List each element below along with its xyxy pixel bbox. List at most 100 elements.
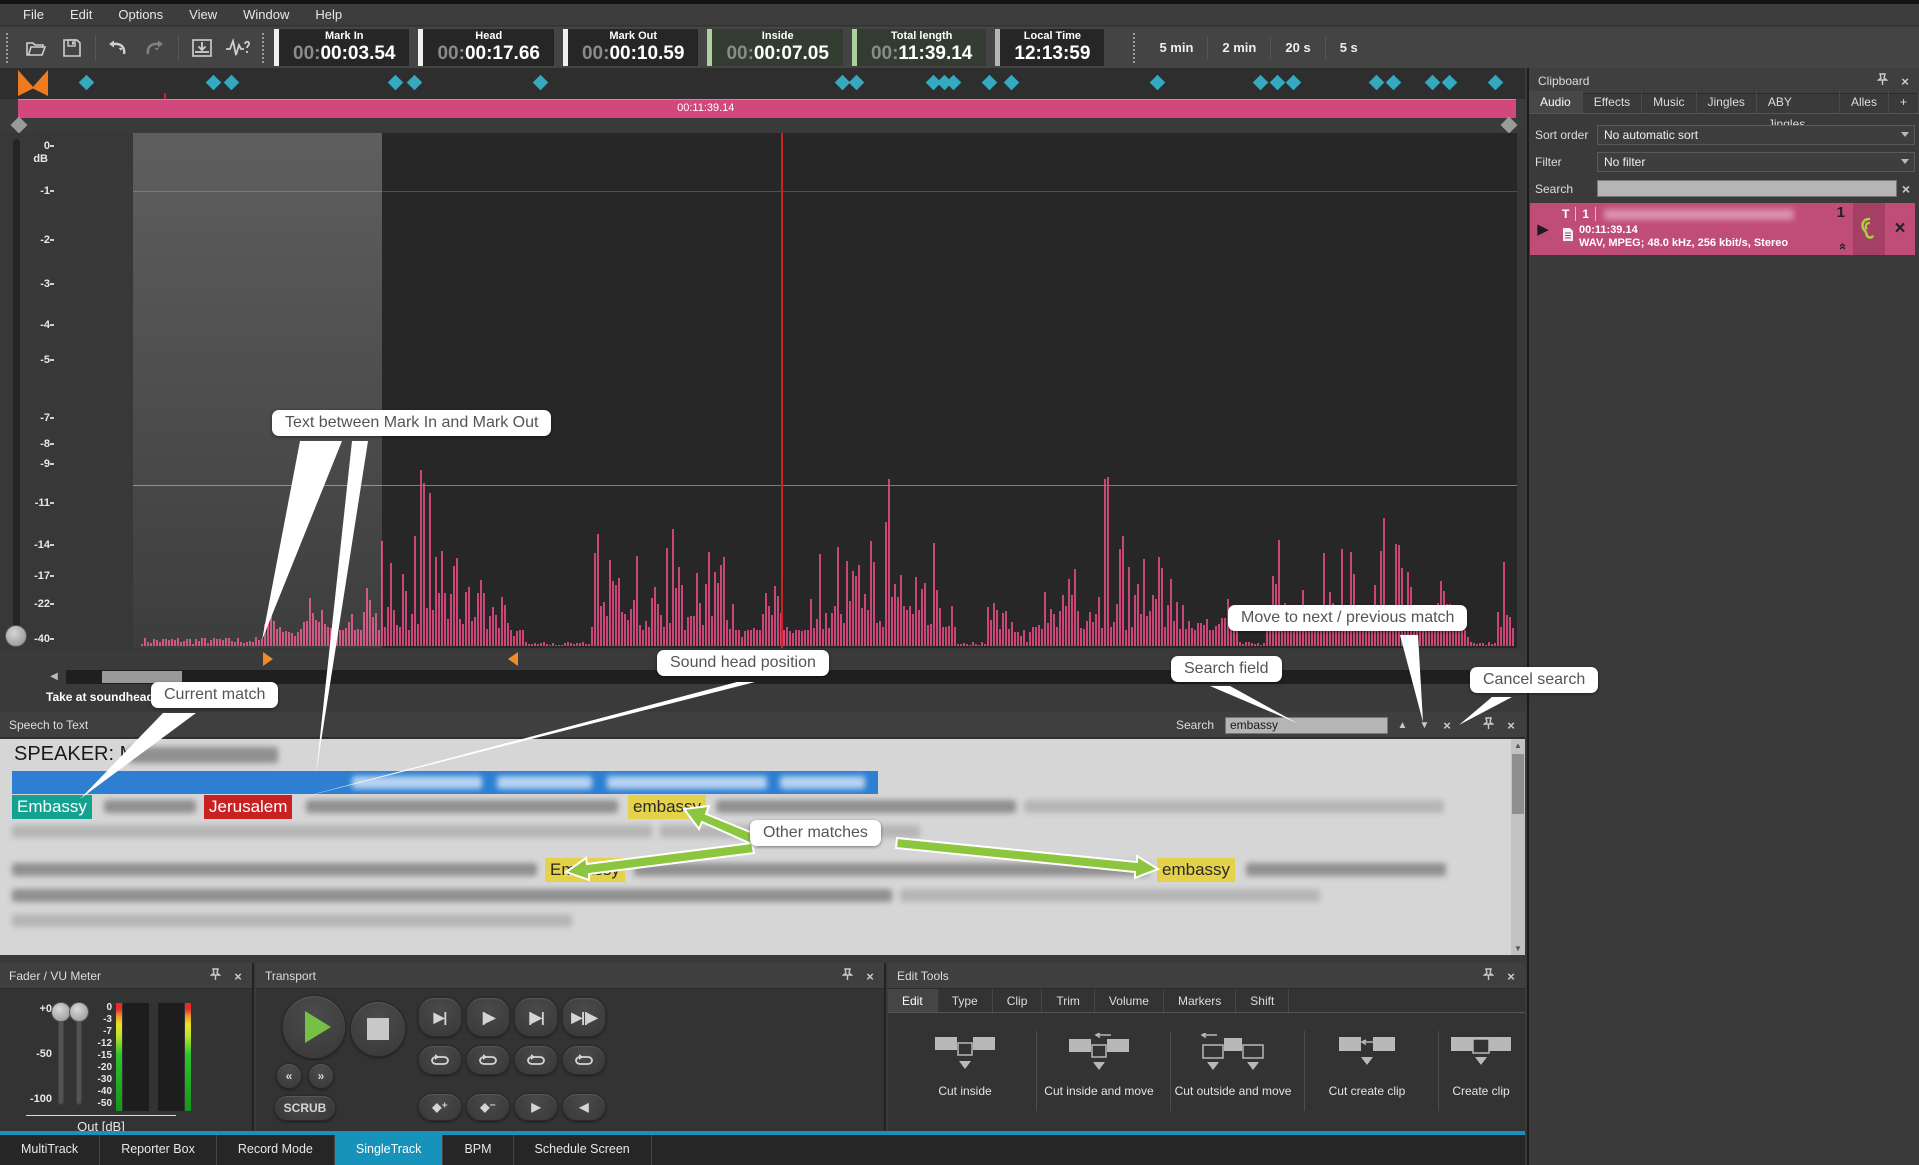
collapse-icon[interactable]: « (1836, 243, 1851, 250)
pin-icon[interactable] (1874, 73, 1890, 89)
sort-order-select[interactable]: No automatic sort (1597, 125, 1915, 145)
close-panel-icon[interactable]: × (1503, 718, 1519, 733)
open-file-icon[interactable] (21, 34, 51, 62)
close-panel-icon[interactable]: × (1897, 74, 1913, 89)
clipboard-item-body[interactable]: T 1 1 00:11:39.14 WAV, MPEG; 48.0 kHz, 2… (1556, 203, 1853, 255)
tab-shift[interactable]: Shift (1236, 989, 1289, 1012)
marker-diamond-icon[interactable] (1386, 75, 1402, 91)
analyzer-icon[interactable] (223, 34, 253, 62)
tab-singletrack[interactable]: SingleTrack (335, 1135, 444, 1165)
save-icon[interactable] (57, 34, 87, 62)
marker-overview-strip[interactable] (0, 68, 1525, 99)
scrub-button[interactable]: SCRUB (274, 1095, 336, 1121)
pin-icon[interactable] (207, 968, 223, 984)
redo-icon[interactable] (140, 34, 170, 62)
fader-right-knob[interactable] (69, 1002, 89, 1022)
match-highlight-right[interactable]: embassy (1157, 858, 1235, 882)
match-highlight-top[interactable]: embassy (628, 795, 706, 819)
marker-diamond-icon[interactable] (1253, 75, 1269, 91)
menu-view[interactable]: View (176, 4, 230, 26)
marker-diamond-icon[interactable] (1270, 75, 1286, 91)
play-to-mark-button[interactable]: ▶| (418, 997, 462, 1037)
marker-diamond-icon[interactable] (1369, 75, 1385, 91)
cut-inside-move-button[interactable]: Cut inside and move (1040, 1033, 1158, 1099)
tab-aby-jingles[interactable]: ABY Jingles (1757, 91, 1840, 113)
add-marker-button[interactable]: ◆⁺ (418, 1093, 462, 1121)
play-selection-button[interactable]: |▶| (514, 997, 558, 1037)
marker-diamond-icon[interactable] (1442, 75, 1458, 91)
import-take-icon[interactable] (187, 34, 217, 62)
vscroll-thumb[interactable] (1512, 754, 1524, 814)
marker-diamond-icon[interactable] (946, 75, 962, 91)
undo-icon[interactable] (104, 34, 134, 62)
cut-outside-move-button[interactable]: Cut outside and move (1174, 1033, 1292, 1099)
fader-left-track[interactable] (58, 1005, 64, 1105)
playhead-cursor[interactable] (781, 133, 783, 648)
loop-2-button[interactable] (466, 1045, 510, 1075)
tab-multitrack[interactable]: MultiTrack (0, 1135, 100, 1165)
prelisten-button[interactable] (1853, 203, 1885, 255)
timeline-overview-bar[interactable]: 00:11:39.14 (18, 99, 1516, 118)
menu-help[interactable]: Help (302, 4, 355, 26)
filter-select[interactable]: No filter (1597, 152, 1915, 172)
close-panel-icon[interactable]: × (1503, 969, 1519, 984)
tab-alles[interactable]: Alles (1840, 91, 1889, 113)
zoom-2min-button[interactable]: 2 min (1208, 36, 1270, 60)
fader-left-knob[interactable] (51, 1002, 71, 1022)
cancel-search-icon[interactable]: × (1439, 718, 1455, 733)
clipboard-item[interactable]: ▶ T 1 1 00:11:39.14 WAV, MPEG; 48.0 kHz,… (1530, 203, 1915, 255)
tab-markers[interactable]: Markers (1164, 989, 1236, 1012)
tab-music[interactable]: Music (1642, 91, 1696, 113)
tab-reporter-box[interactable]: Reporter Box (100, 1135, 217, 1165)
tab-volume[interactable]: Volume (1095, 989, 1164, 1012)
match-highlight-left[interactable]: Embassy (545, 858, 625, 882)
marker-diamond-icon[interactable] (982, 75, 998, 91)
remove-item-icon[interactable]: × (1885, 203, 1915, 255)
speech-search-input[interactable] (1225, 717, 1388, 734)
next-marker-button[interactable]: ▶ (514, 1093, 558, 1121)
mark-in-handle[interactable] (263, 652, 273, 666)
pin-icon[interactable] (839, 968, 855, 984)
close-panel-icon[interactable]: × (230, 969, 246, 984)
cut-create-clip-button[interactable]: Cut create clip (1308, 1033, 1426, 1099)
scroll-down-icon[interactable]: ▼ (1511, 942, 1525, 955)
loop-3-button[interactable] (514, 1045, 558, 1075)
marker-diamond-icon[interactable] (407, 75, 423, 91)
marker-diamond-icon[interactable] (1286, 75, 1302, 91)
menu-options[interactable]: Options (105, 4, 176, 26)
tab-add[interactable]: + (1889, 91, 1919, 113)
tab-edit[interactable]: Edit (888, 989, 938, 1012)
transcript-vscrollbar[interactable]: ▲ ▼ (1511, 739, 1525, 955)
marker-diamond-icon[interactable] (849, 75, 865, 91)
tab-schedule-screen[interactable]: Schedule Screen (514, 1135, 652, 1165)
tab-clip[interactable]: Clip (993, 989, 1043, 1012)
create-clip-button[interactable]: Create clip (1436, 1033, 1526, 1099)
cut-inside-button[interactable]: Cut inside (906, 1033, 1024, 1099)
marker-diamond-icon[interactable] (388, 75, 404, 91)
mark-out-handle[interactable] (508, 652, 518, 666)
marker-diamond-icon[interactable] (1488, 75, 1504, 91)
marker-diamond-icon[interactable] (79, 75, 95, 91)
tab-type[interactable]: Type (938, 989, 993, 1012)
menu-edit[interactable]: Edit (57, 4, 105, 26)
entity-highlight[interactable]: Jerusalem (204, 795, 292, 819)
zoom-5min-button[interactable]: 5 min (1145, 36, 1207, 60)
rewind-button[interactable]: « (276, 1063, 302, 1089)
prev-marker-button[interactable]: ◀ (562, 1093, 606, 1121)
scroll-left-icon[interactable]: ◀ (46, 669, 62, 685)
loop-1-button[interactable] (418, 1045, 462, 1075)
tab-audio[interactable]: Audio (1529, 91, 1583, 113)
mark-in-out-selection[interactable] (133, 133, 382, 648)
tab-record-mode[interactable]: Record Mode (217, 1135, 335, 1165)
zoom-5s-button[interactable]: 5 s (1326, 36, 1372, 60)
fader-right-track[interactable] (76, 1005, 82, 1105)
item-play-icon[interactable]: ▶ (1530, 203, 1556, 255)
play-around-cut-button[interactable]: ▶||▶ (562, 997, 606, 1037)
range-start-handle[interactable] (11, 117, 28, 134)
marker-diamond-icon[interactable] (206, 75, 222, 91)
toolbar-grip[interactable] (1133, 33, 1139, 63)
transcript-area[interactable]: SPEAKER: M Embassy Jerusalem embassy Emb… (0, 739, 1518, 955)
tab-bpm[interactable]: BPM (443, 1135, 513, 1165)
clear-search-icon[interactable]: × (1897, 181, 1915, 197)
marker-diamond-icon[interactable] (224, 75, 240, 91)
